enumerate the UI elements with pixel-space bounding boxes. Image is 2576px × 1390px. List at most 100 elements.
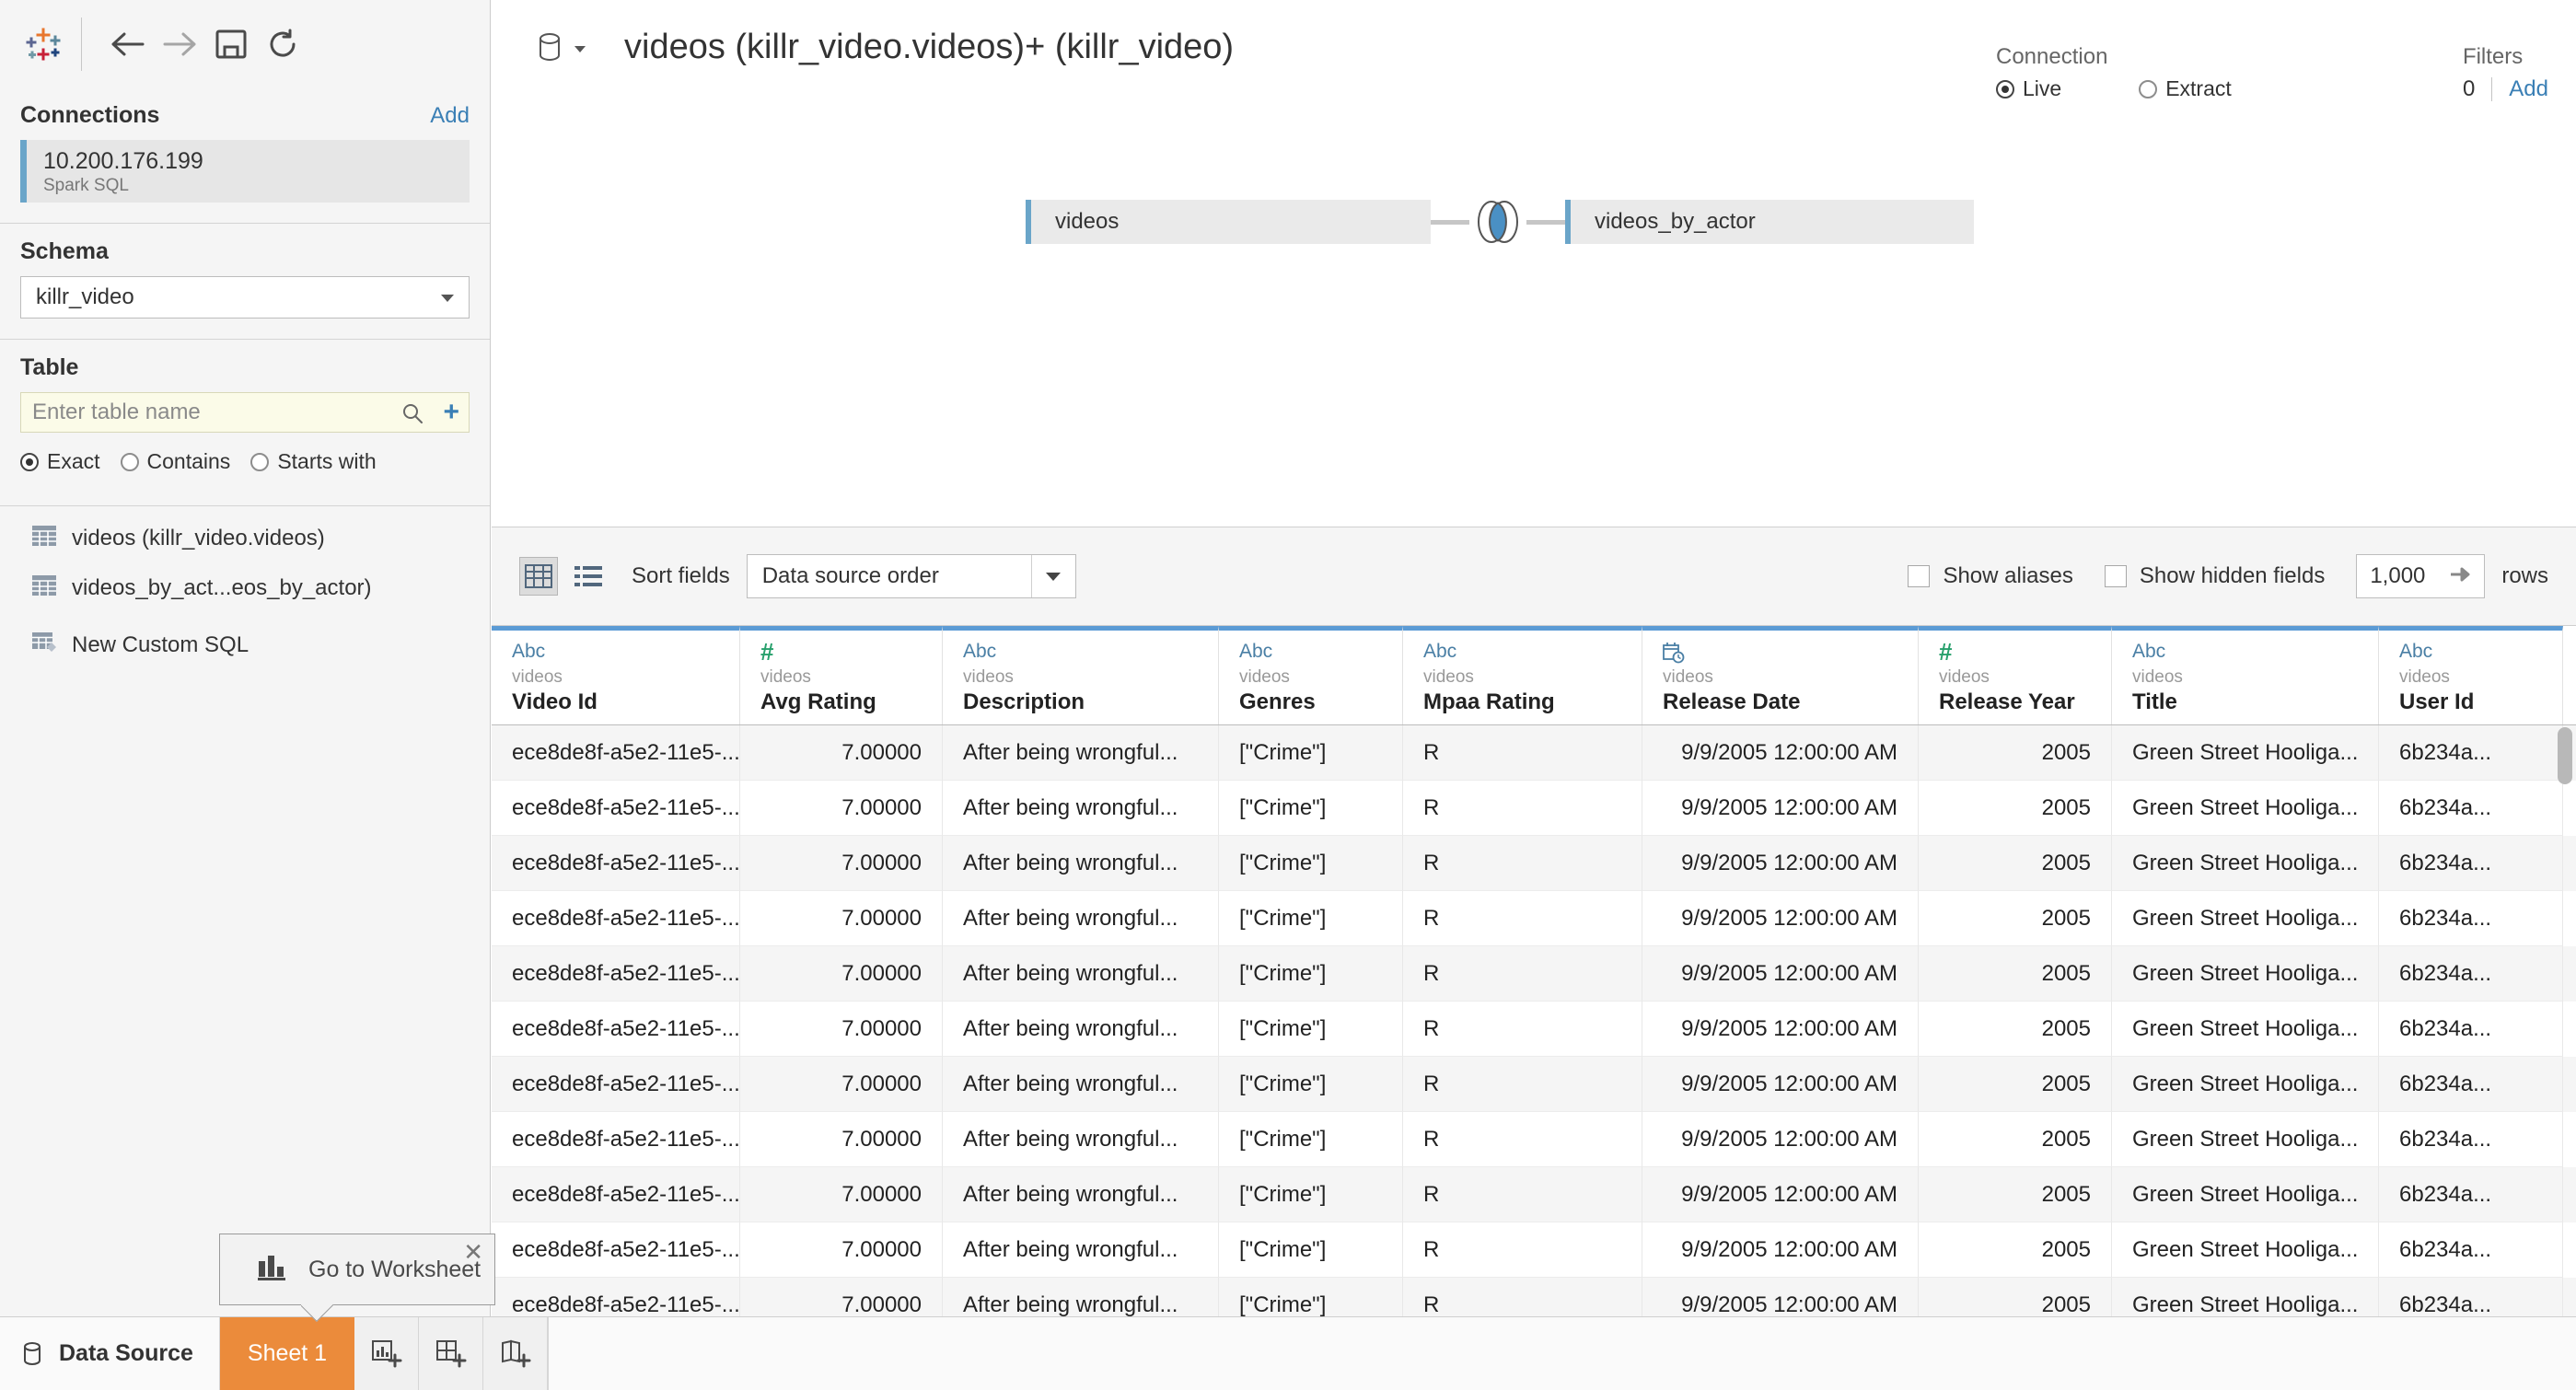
number-type-icon: #	[1939, 638, 1953, 666]
tableau-logo-icon[interactable]	[18, 18, 70, 70]
table-row[interactable]: ece8de8f-a5e2-11e5-... 7.00000 After being…	[492, 725, 2576, 781]
sort-fields-label: Sort fields	[632, 563, 730, 588]
table-row[interactable]: ece8de8f-a5e2-11e5-... 7.00000 After being…	[492, 836, 2576, 891]
table-list: videos (killr_video.videos) videos_by_ac…	[0, 506, 490, 670]
table-cell: ["Crime"]	[1219, 1167, 1403, 1222]
table-cell: 2005	[1919, 946, 2112, 1002]
table-cell: 6b234a...	[2379, 1002, 2563, 1057]
table-cell: 6b234a...	[2379, 891, 2563, 946]
grid-column-field: Avg Rating	[760, 689, 876, 714]
show-aliases-checkbox[interactable]: Show aliases	[1908, 563, 2073, 589]
table-cell: Green Street Hooliga...	[2112, 891, 2379, 946]
grid-column-header[interactable]: Abc videos Mpaa Rating	[1403, 626, 1642, 724]
match-option-starts-with[interactable]: Starts with	[250, 449, 377, 474]
table-list-item-videos-by-actor[interactable]: videos_by_act...eos_by_actor)	[20, 563, 470, 613]
table-cell: 9/9/2005 12:00:00 AM	[1642, 1057, 1919, 1112]
table-cell: ["Crime"]	[1219, 891, 1403, 946]
sort-fields-select[interactable]: Data source order	[746, 554, 1076, 598]
data-source-tab[interactable]: Data Source	[0, 1317, 220, 1390]
new-dashboard-icon[interactable]	[419, 1317, 484, 1390]
add-table-icon[interactable]: +	[443, 399, 459, 426]
connection-option-live[interactable]: Live	[1996, 76, 2061, 101]
grid-column-header[interactable]: Abc videos Title	[2112, 626, 2379, 724]
join-node-right[interactable]: videos_by_actor	[1565, 200, 1974, 244]
match-option-exact[interactable]: Exact	[20, 449, 100, 474]
schema-select[interactable]: killr_video	[20, 276, 470, 319]
grid-column-header[interactable]: videos Release Date	[1642, 626, 1919, 724]
table-cell: 7.00000	[740, 946, 943, 1002]
grid-column-header[interactable]: # videos Release Year	[1919, 626, 2112, 724]
table-row[interactable]: ece8de8f-a5e2-11e5-... 7.00000 After being…	[492, 1278, 2576, 1316]
add-filter-link[interactable]: Add	[2509, 76, 2548, 102]
chevron-down-icon	[1030, 555, 1075, 597]
inner-join-venn-icon[interactable]	[1469, 193, 1526, 250]
vertical-scrollbar-thumb[interactable]	[2558, 727, 2572, 784]
calendar-clock-icon	[1663, 642, 1901, 666]
table-cell: 9/9/2005 12:00:00 AM	[1642, 836, 1919, 891]
table-cell: Green Street Hooliga...	[2112, 1278, 2379, 1316]
table-cell: 2005	[1919, 1222, 2112, 1278]
refresh-button[interactable]	[257, 18, 308, 70]
grid-column-header[interactable]: # videos Avg Rating	[740, 626, 943, 724]
table-row[interactable]: ece8de8f-a5e2-11e5-... 7.00000 After being…	[492, 1112, 2576, 1167]
table-cell: R	[1403, 946, 1642, 1002]
join-node-left[interactable]: videos	[1026, 200, 1431, 244]
add-connection-link[interactable]: Add	[430, 103, 470, 129]
data-grid: Abc videos Video Id # videos Avg Rating Abc vid…	[492, 626, 2576, 1316]
connections-header: Connections Add	[20, 87, 470, 140]
grid-column-header[interactable]: Abc videos User Id	[2379, 626, 2563, 724]
list-view-icon[interactable]	[569, 557, 608, 596]
table-cell: Green Street Hooliga...	[2112, 836, 2379, 891]
forward-button[interactable]	[154, 18, 205, 70]
table-cell: After being wrongful...	[943, 1167, 1219, 1222]
sheet-tab-sheet-1[interactable]: Sheet 1	[219, 1317, 355, 1390]
vertical-scrollbar[interactable]	[2558, 727, 2572, 1280]
table-row[interactable]: ece8de8f-a5e2-11e5-... 7.00000 After being…	[492, 1222, 2576, 1278]
connection-option-extract[interactable]: Extract	[2139, 76, 2232, 101]
table-row[interactable]: ece8de8f-a5e2-11e5-... 7.00000 After being…	[492, 1057, 2576, 1112]
table-row[interactable]: ece8de8f-a5e2-11e5-... 7.00000 After being…	[492, 891, 2576, 946]
database-cylinder-icon	[24, 1341, 41, 1365]
back-button[interactable]	[102, 18, 154, 70]
connection-item[interactable]: 10.200.176.199 Spark SQL	[20, 140, 470, 203]
checkbox-icon	[1908, 565, 1931, 587]
table-cell: ["Crime"]	[1219, 781, 1403, 836]
apply-rows-arrow-icon[interactable]	[2449, 563, 2473, 589]
custom-sql-icon	[31, 631, 57, 660]
table-row[interactable]: ece8de8f-a5e2-11e5-... 7.00000 After being…	[492, 781, 2576, 836]
close-icon[interactable]: ✕	[463, 1240, 483, 1264]
table-row[interactable]: ece8de8f-a5e2-11e5-... 7.00000 After being…	[492, 1002, 2576, 1057]
datasource-title[interactable]: videos (killr_video.videos)+ (killr_vide…	[624, 28, 1234, 67]
new-story-icon[interactable]	[483, 1317, 549, 1390]
grid-column-header[interactable]: Abc videos Genres	[1219, 626, 1403, 724]
table-cell: ["Crime"]	[1219, 1002, 1403, 1057]
match-option-contains[interactable]: Contains	[120, 449, 230, 474]
rows-limit-input[interactable]: 1,000	[2356, 554, 2486, 598]
table-cell: After being wrongful...	[943, 1278, 1219, 1316]
table-cell: R	[1403, 781, 1642, 836]
sort-fields-value: Data source order	[761, 563, 939, 588]
string-type-icon: Abc	[2399, 641, 2433, 662]
new-worksheet-icon[interactable]	[354, 1317, 420, 1390]
grid-column-header[interactable]: Abc videos Video Id	[492, 626, 740, 724]
table-search-input[interactable]	[32, 400, 395, 425]
tableau-data-source-page: Connections Add 10.200.176.199 Spark SQL…	[0, 0, 2576, 1390]
table-row[interactable]: ece8de8f-a5e2-11e5-... 7.00000 After being…	[492, 946, 2576, 1002]
go-to-worksheet-tooltip: Go to Worksheet ✕	[219, 1234, 495, 1305]
table-cell: Green Street Hooliga...	[2112, 1167, 2379, 1222]
show-hidden-fields-checkbox[interactable]: Show hidden fields	[2104, 563, 2325, 589]
radio-exact-icon	[20, 452, 39, 471]
table-cell: After being wrongful...	[943, 1002, 1219, 1057]
join-line-right	[1526, 219, 1565, 225]
table-list-item-videos[interactable]: videos (killr_video.videos)	[20, 514, 470, 563]
grid-view-icon[interactable]	[519, 557, 558, 596]
table-cell: 2005	[1919, 836, 2112, 891]
datasource-menu-button[interactable]	[538, 31, 586, 64]
table-list-item-new-custom-sql[interactable]: New Custom SQL	[20, 620, 470, 670]
table-icon	[31, 574, 57, 603]
grid-column-header[interactable]: Abc videos Description	[943, 626, 1219, 724]
search-icon[interactable]	[400, 401, 424, 430]
table-row[interactable]: ece8de8f-a5e2-11e5-... 7.00000 After being…	[492, 1167, 2576, 1222]
save-button[interactable]	[205, 18, 257, 70]
chevron-down-icon	[441, 295, 454, 302]
